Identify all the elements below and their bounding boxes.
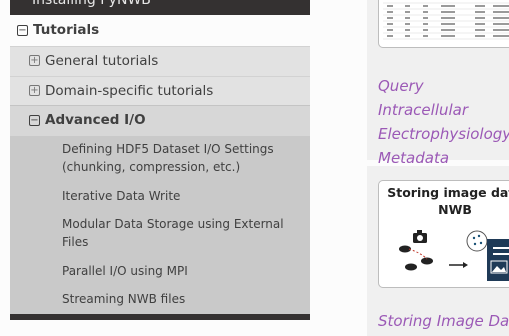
nav-item-domain-specific-tutorials[interactable]: + Domain-specific tutorials [10,76,310,106]
sidebar-nav: Installing PyNWB − Tutorials + General t… [10,0,310,320]
document-icon [487,239,509,281]
nav-link-parallel-io-mpi[interactable]: Parallel I/O using MPI [62,262,302,280]
nav-link-hdf5-dataset-io[interactable]: Defining HDF5 Dataset I/O Settings (chun… [62,140,302,176]
expand-icon[interactable]: + [29,55,40,66]
brain-icon [466,230,488,252]
camera-icon [413,230,427,243]
collapse-icon[interactable]: − [17,25,28,36]
gallery-card-query-icephys[interactable]: Query Intracellular Electrophysiology Me… [367,0,509,167]
nav-link-streaming-nwb[interactable]: Streaming NWB files [62,290,302,308]
nav-item-general-tutorials[interactable]: + General tutorials [10,46,310,77]
thumbnail-image-data[interactable]: Storing image data NWB [378,180,509,288]
gallery-link-storing-image-data[interactable]: Storing Image Data [378,312,509,330]
nav-link-iterative-data-write[interactable]: Iterative Data Write [62,187,302,205]
nav-item-installing-pynwb[interactable]: Installing PyNWB [10,0,310,15]
gallery-link-query-icephys[interactable]: Query Intracellular Electrophysiology Me… [378,74,509,170]
nav-item-tutorials[interactable]: − Tutorials [10,15,310,46]
nav-link-modular-data-storage[interactable]: Modular Data Storage using External File… [62,215,302,251]
nav-item-label: Advanced I/O [45,112,146,128]
gallery-card-storing-image-data[interactable]: Storing image data NWB [367,166,509,336]
expand-icon[interactable]: + [29,85,40,96]
nav-item-label: Domain-specific tutorials [45,83,214,99]
nav-next-section[interactable] [10,314,310,320]
collapse-icon[interactable]: − [29,115,40,126]
nav-item-label: Installing PyNWB [32,0,151,8]
nav-item-label: Tutorials [33,22,100,38]
thumbnail-title: Storing image data NWB [387,185,509,217]
nav-item-advanced-io[interactable]: − Advanced I/O [10,105,310,136]
mouse-icon [399,245,433,271]
nav-item-label: General tutorials [45,53,159,69]
thumbnail-table-image[interactable] [378,0,509,48]
table-thumbnail-icon [383,2,509,40]
